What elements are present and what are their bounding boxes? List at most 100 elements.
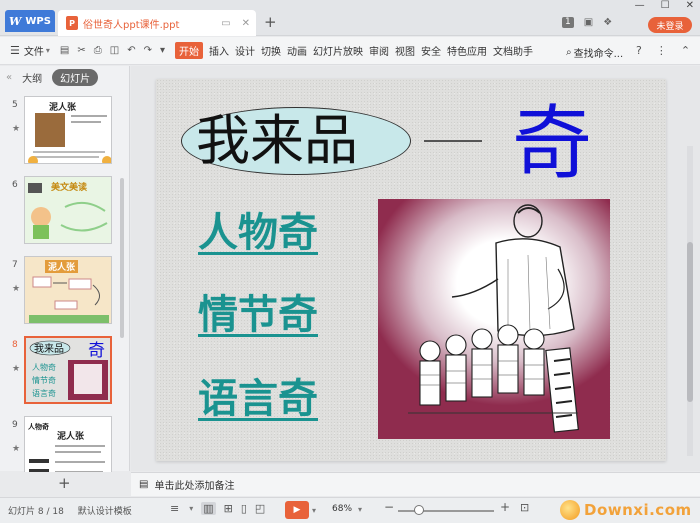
notes-chevron-icon[interactable]: ▾ — [189, 504, 193, 513]
watermark-logo-icon — [560, 500, 580, 520]
tab-close-icon[interactable]: ✕ — [242, 18, 250, 29]
slide-thumbnail[interactable]: 泥人张 — [24, 256, 112, 324]
undo-icon[interactable]: ↶ — [127, 45, 135, 56]
wps-home-label: WPS — [25, 15, 51, 27]
play-slideshow-button[interactable]: ▶ — [285, 501, 309, 519]
tab-monitor-icon[interactable]: ▭ — [221, 18, 230, 29]
tab-design[interactable]: 设计 — [235, 43, 255, 58]
close-window-icon[interactable]: ✕ — [686, 0, 694, 11]
print-icon[interactable]: ⎙ — [94, 45, 102, 56]
search-icon: ⌕ — [566, 47, 572, 58]
collapse-panel-icon[interactable]: « — [6, 72, 12, 83]
tab-slideshow[interactable]: 幻灯片放映 — [313, 43, 363, 58]
thumbnail-row-9[interactable]: 9 ★ 人物奇 泥人张 — [0, 416, 120, 472]
add-slide-button[interactable]: + — [58, 474, 71, 492]
thumbnail-row-8[interactable]: 8 ★ 我来品 奇 人物奇 情节奇 语言奇 — [0, 336, 120, 406]
title-dash-line[interactable] — [424, 140, 482, 142]
slide-index: 5 — [12, 100, 18, 110]
slide-vertical-scrollbar[interactable] — [687, 146, 693, 456]
zoom-slider[interactable] — [398, 510, 494, 512]
tab-view[interactable]: 视图 — [395, 43, 415, 58]
normal-view-icon[interactable]: ▥ — [201, 502, 216, 515]
notes-toggle-icon[interactable]: ≡ — [170, 502, 179, 515]
presenter-view-icon[interactable]: ◰ — [255, 502, 265, 515]
slide-thumbnail-current[interactable]: 我来品 奇 人物奇 情节奇 语言奇 — [24, 336, 112, 404]
wps-logo-icon: W — [9, 14, 22, 28]
document-tab[interactable]: P 俗世奇人ppt课件.ppt ▭ ✕ — [58, 10, 256, 36]
tab-doc-assistant[interactable]: 文档助手 — [493, 43, 533, 58]
page-badge[interactable]: 1 — [562, 17, 574, 28]
zoom-level[interactable]: 68% ▾ — [332, 504, 362, 514]
maximize-icon[interactable]: ☐ — [661, 0, 670, 11]
zoom-chevron-icon: ▾ — [358, 504, 363, 514]
play-chevron-icon[interactable]: ▾ — [312, 506, 316, 515]
illustration-image[interactable] — [378, 199, 610, 439]
redo-icon[interactable]: ↷ — [144, 45, 152, 56]
more-chevron-icon[interactable]: ▾ — [160, 45, 165, 56]
slide-editor: 我来品 奇 人物奇 情节奇 语言奇 — [131, 66, 700, 471]
slide-title[interactable]: 我来品 — [196, 111, 358, 171]
hamburger-icon[interactable]: ☰ — [10, 44, 20, 57]
fit-window-icon[interactable]: ⊡ — [520, 501, 529, 514]
tab-outline[interactable]: 大纲 — [22, 70, 42, 85]
save-icon[interactable]: ▤ — [60, 45, 69, 56]
tab-transition[interactable]: 切换 — [261, 43, 281, 58]
slide-thumbnail[interactable]: 人物奇 泥人张 — [24, 416, 112, 472]
zoom-out-button[interactable]: − — [384, 500, 394, 514]
point-plot[interactable]: 情节奇 — [198, 291, 318, 339]
file-menu[interactable]: 文件 — [24, 43, 44, 58]
view-buttons: ≡ ▾ ▥ ⊞ ▯ ◰ — [170, 502, 265, 515]
thumbnail-title: 泥人张 — [49, 103, 77, 113]
preview-icon[interactable]: ◫ — [110, 45, 119, 56]
thumbnail-row-5[interactable]: 5 ★ 泥人张 — [0, 96, 120, 166]
command-search[interactable]: ⌕ 查找命令... — [566, 45, 623, 60]
file-chevron-down-icon[interactable]: ▾ — [46, 46, 50, 55]
animation-star-icon: ★ — [12, 284, 21, 294]
login-button[interactable]: 未登录 — [648, 17, 692, 33]
help-icon[interactable]: ? — [636, 44, 642, 57]
big-character[interactable]: 奇 — [512, 99, 592, 189]
tab-slides[interactable]: 幻灯片 — [52, 68, 99, 86]
tab-review[interactable]: 审阅 — [369, 43, 389, 58]
tab-insert[interactable]: 插入 — [209, 43, 229, 58]
sorter-view-icon[interactable]: ⊞ — [224, 502, 233, 515]
thumbnail-row-6[interactable]: 6 美文美读 — [0, 176, 120, 246]
slide-index: 9 — [12, 420, 18, 430]
wps-home-tab[interactable]: W WPS — [5, 10, 55, 32]
more-options-icon[interactable]: ⋮ — [656, 44, 667, 57]
skin-icon[interactable]: ▣ — [584, 17, 593, 28]
slide-thumbnail[interactable]: 美文美读 — [24, 176, 112, 244]
thumbnail-title: 泥人张 — [57, 432, 85, 442]
tab-security[interactable]: 安全 — [421, 43, 441, 58]
quick-access-toolbar: ▤ ✂ ⎙ ◫ ↶ ↷ ▾ — [60, 45, 165, 56]
illustration-drawing — [408, 204, 579, 433]
thumbnail-row-7[interactable]: 7 ★ 泥人张 — [0, 256, 120, 326]
minimize-icon[interactable]: — — [635, 0, 645, 11]
reading-view-icon[interactable]: ▯ — [241, 502, 247, 515]
collapse-ribbon-icon[interactable]: ⌃ — [681, 44, 690, 57]
notes-pane[interactable]: ▤ 单击此处添加备注 — [131, 472, 700, 496]
gift-icon[interactable]: ❖ — [603, 17, 612, 28]
zoom-in-button[interactable]: + — [500, 500, 510, 514]
template-name[interactable]: 默认设计模板 — [78, 504, 132, 517]
zoom-slider-handle[interactable] — [414, 505, 424, 515]
point-characters[interactable]: 人物奇 — [198, 209, 318, 257]
notes-icon: ▤ — [139, 479, 149, 490]
titlebar-tools: 1 ▣ ❖ — [562, 17, 612, 28]
slide-canvas[interactable]: 我来品 奇 人物奇 情节奇 语言奇 — [156, 79, 666, 461]
animation-star-icon: ★ — [12, 124, 21, 134]
thumb-char-text: 奇 — [88, 341, 105, 361]
scrollbar-thumb[interactable] — [687, 242, 693, 402]
tab-home[interactable]: 开始 — [175, 42, 203, 59]
tab-animation[interactable]: 动画 — [287, 43, 307, 58]
cut-icon[interactable]: ✂ — [77, 45, 85, 56]
tab-features[interactable]: 特色应用 — [447, 43, 487, 58]
point-language[interactable]: 语言奇 — [198, 375, 318, 423]
new-tab-button[interactable]: + — [264, 13, 277, 31]
slide-thumbnail[interactable]: 泥人张 — [24, 96, 112, 164]
slide-panel: « 大纲 幻灯片 5 ★ 泥人张 6 美文美读 7 ★ 泥人张 8 ★ 我来品 … — [0, 66, 130, 472]
menu-bar: ☰ 文件 ▾ ▤ ✂ ⎙ ◫ ↶ ↷ ▾ 开始 插入 设计 切换 动画 幻灯片放… — [0, 37, 700, 65]
slide-index: 7 — [12, 260, 18, 270]
thumbnail-scrollbar[interactable] — [120, 178, 124, 338]
window-controls: — ☐ ✕ — [635, 0, 694, 11]
